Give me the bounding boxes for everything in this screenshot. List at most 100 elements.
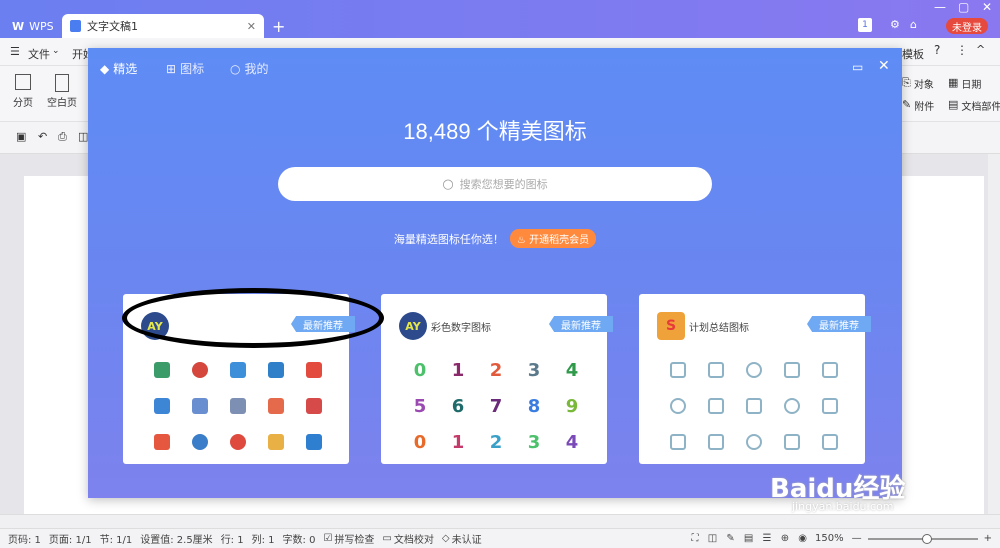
digit-6-icon[interactable]: 6 — [439, 388, 477, 424]
fullscreen-icon[interactable]: ⛶ — [692, 533, 699, 544]
new-tab-button[interactable]: + — [272, 17, 285, 36]
book-icon[interactable] — [773, 424, 811, 460]
chat-icon[interactable] — [257, 424, 295, 460]
vip-button[interactable]: ♨ 开通稻壳会员 — [509, 229, 597, 248]
login-button[interactable]: 未登录 — [946, 18, 988, 34]
screen-icon[interactable] — [143, 388, 181, 424]
document-tab[interactable]: 文字文稿1 ✕ — [62, 14, 264, 38]
auth-status[interactable]: 未认证 — [452, 531, 482, 546]
print-icon[interactable]: ⎙ — [58, 130, 67, 144]
zoom-slider-handle[interactable] — [921, 533, 932, 544]
menu-icon[interactable]: ☰ — [10, 45, 20, 58]
page-break-button[interactable]: 分页 — [8, 74, 38, 109]
vertical-scrollbar[interactable] — [988, 154, 1000, 514]
pencil-icon[interactable] — [219, 388, 257, 424]
clipboard-icon[interactable] — [697, 424, 735, 460]
digit-3-alt-icon[interactable]: 3 — [515, 424, 553, 460]
digit-5-icon[interactable]: 5 — [401, 388, 439, 424]
save-icon[interactable]: ▣ — [16, 130, 26, 143]
digit-1-icon[interactable]: 1 — [439, 352, 477, 388]
digit-9-icon[interactable]: 9 — [553, 388, 591, 424]
target-icon[interactable] — [181, 352, 219, 388]
zoom-slider[interactable] — [867, 533, 978, 544]
report-icon[interactable] — [773, 352, 811, 388]
bug-icon[interactable] — [697, 388, 735, 424]
shirt-icon[interactable]: ⌂ — [910, 18, 917, 31]
collapse-icon[interactable]: ^ — [976, 43, 985, 56]
date-button[interactable]: ▦ 日期 — [948, 76, 981, 91]
digit-3-icon[interactable]: 3 — [515, 352, 553, 388]
blank-page-button[interactable]: 空白页 — [42, 74, 82, 109]
minimize-icon[interactable]: — — [934, 0, 946, 14]
icon-pack-card[interactable]: S 计划总结图标 最新推荐 — [639, 294, 871, 464]
more-icon[interactable]: ⋮ — [956, 43, 968, 57]
shop-icon[interactable] — [295, 352, 333, 388]
digit-0-icon[interactable]: 0 — [401, 352, 439, 388]
transfer-icon[interactable] — [219, 352, 257, 388]
tablet-icon[interactable] — [811, 424, 849, 460]
laptop-icon[interactable] — [257, 352, 295, 388]
magnet-icon[interactable] — [295, 388, 333, 424]
icon-pack-card[interactable]: AY 彩色数字图标 最新推荐 0 1 2 3 4 5 6 7 8 9 0 1 2… — [381, 294, 613, 464]
doc-parts-button[interactable]: ▤ 文档部件 — [948, 98, 1000, 113]
monitor-icon[interactable] — [143, 352, 181, 388]
digit-2-icon[interactable]: 2 — [477, 352, 515, 388]
template-menu[interactable]: 模板 — [902, 46, 924, 62]
presentation-icon[interactable] — [811, 388, 849, 424]
tab-featured[interactable]: ◆ 精选 — [100, 60, 137, 77]
eye-icon[interactable]: ◉ — [798, 533, 807, 544]
copy-icon[interactable] — [811, 352, 849, 388]
document-search-icon[interactable] — [181, 388, 219, 424]
zoom-in-icon[interactable]: + — [984, 533, 992, 544]
attachment-button[interactable]: ✎ 附件 — [902, 98, 934, 113]
zoom-out-icon[interactable]: — — [852, 533, 862, 544]
tab-mine[interactable]: ○ 我的 — [230, 60, 269, 77]
outline-icon[interactable]: ☰ — [763, 533, 772, 544]
store-icon[interactable] — [257, 388, 295, 424]
read-mode-icon[interactable]: ◫ — [708, 533, 717, 544]
close-dialog-icon[interactable]: ✕ — [878, 58, 890, 74]
preview-icon[interactable]: ◫ — [78, 130, 88, 143]
digit-1-alt-icon[interactable]: 1 — [439, 424, 477, 460]
frame-icon[interactable] — [659, 352, 697, 388]
feedback-icon[interactable]: ▭ — [852, 60, 863, 74]
digit-8-icon[interactable]: 8 — [515, 388, 553, 424]
webcam-icon[interactable] — [735, 352, 773, 388]
web-view-icon[interactable]: ⊕ — [781, 533, 789, 544]
checklist-icon[interactable] — [697, 352, 735, 388]
page-count[interactable]: 页面: 1/1 — [49, 531, 92, 546]
spellcheck-button[interactable]: 拼写检查 — [334, 531, 374, 546]
undo-icon[interactable]: ↶ — [38, 130, 47, 143]
edit-icon[interactable]: ✎ — [726, 533, 734, 544]
close-window-icon[interactable]: ✕ — [982, 0, 992, 14]
skin-icon[interactable]: ⚙ — [890, 18, 900, 31]
zoom-level[interactable]: 150% — [815, 533, 844, 544]
help-icon[interactable]: ? — [934, 43, 940, 57]
horizontal-scrollbar[interactable] — [0, 514, 1000, 528]
icon-search-input[interactable]: ○ 搜索您想要的图标 — [278, 167, 712, 201]
thumbs-up-icon[interactable] — [143, 424, 181, 460]
folder-icon[interactable] — [735, 388, 773, 424]
digit-2-alt-icon[interactable]: 2 — [477, 424, 515, 460]
gear-icon[interactable] — [659, 388, 697, 424]
digit-4-icon[interactable]: 4 — [553, 352, 591, 388]
file-menu[interactable]: 文件 — [28, 46, 50, 62]
desktop-icon[interactable] — [295, 424, 333, 460]
digit-4-alt-icon[interactable]: 4 — [553, 424, 591, 460]
badge-icon[interactable] — [773, 388, 811, 424]
digit-7-icon[interactable]: 7 — [477, 388, 515, 424]
pie-chart-icon[interactable] — [219, 424, 257, 460]
person-icon[interactable] — [735, 424, 773, 460]
wps-home-tab[interactable]: W WPS — [4, 14, 58, 38]
proof-button[interactable]: 文档校对 — [394, 531, 434, 546]
object-button[interactable]: ⎘ 对象 — [902, 76, 934, 91]
digit-0-alt-icon[interactable]: 0 — [401, 424, 439, 460]
maximize-icon[interactable]: ▢ — [958, 0, 969, 14]
close-tab-icon[interactable]: ✕ — [247, 20, 256, 33]
setting-value[interactable]: 设置值: 2.5厘米 — [140, 531, 212, 546]
globe-icon[interactable] — [181, 424, 219, 460]
word-count[interactable]: 字数: 0 — [283, 531, 316, 546]
tab-icons[interactable]: ⊞ 图标 — [166, 60, 204, 77]
line-chart-icon[interactable] — [659, 424, 697, 460]
page-view-icon[interactable]: ▤ — [744, 533, 753, 544]
